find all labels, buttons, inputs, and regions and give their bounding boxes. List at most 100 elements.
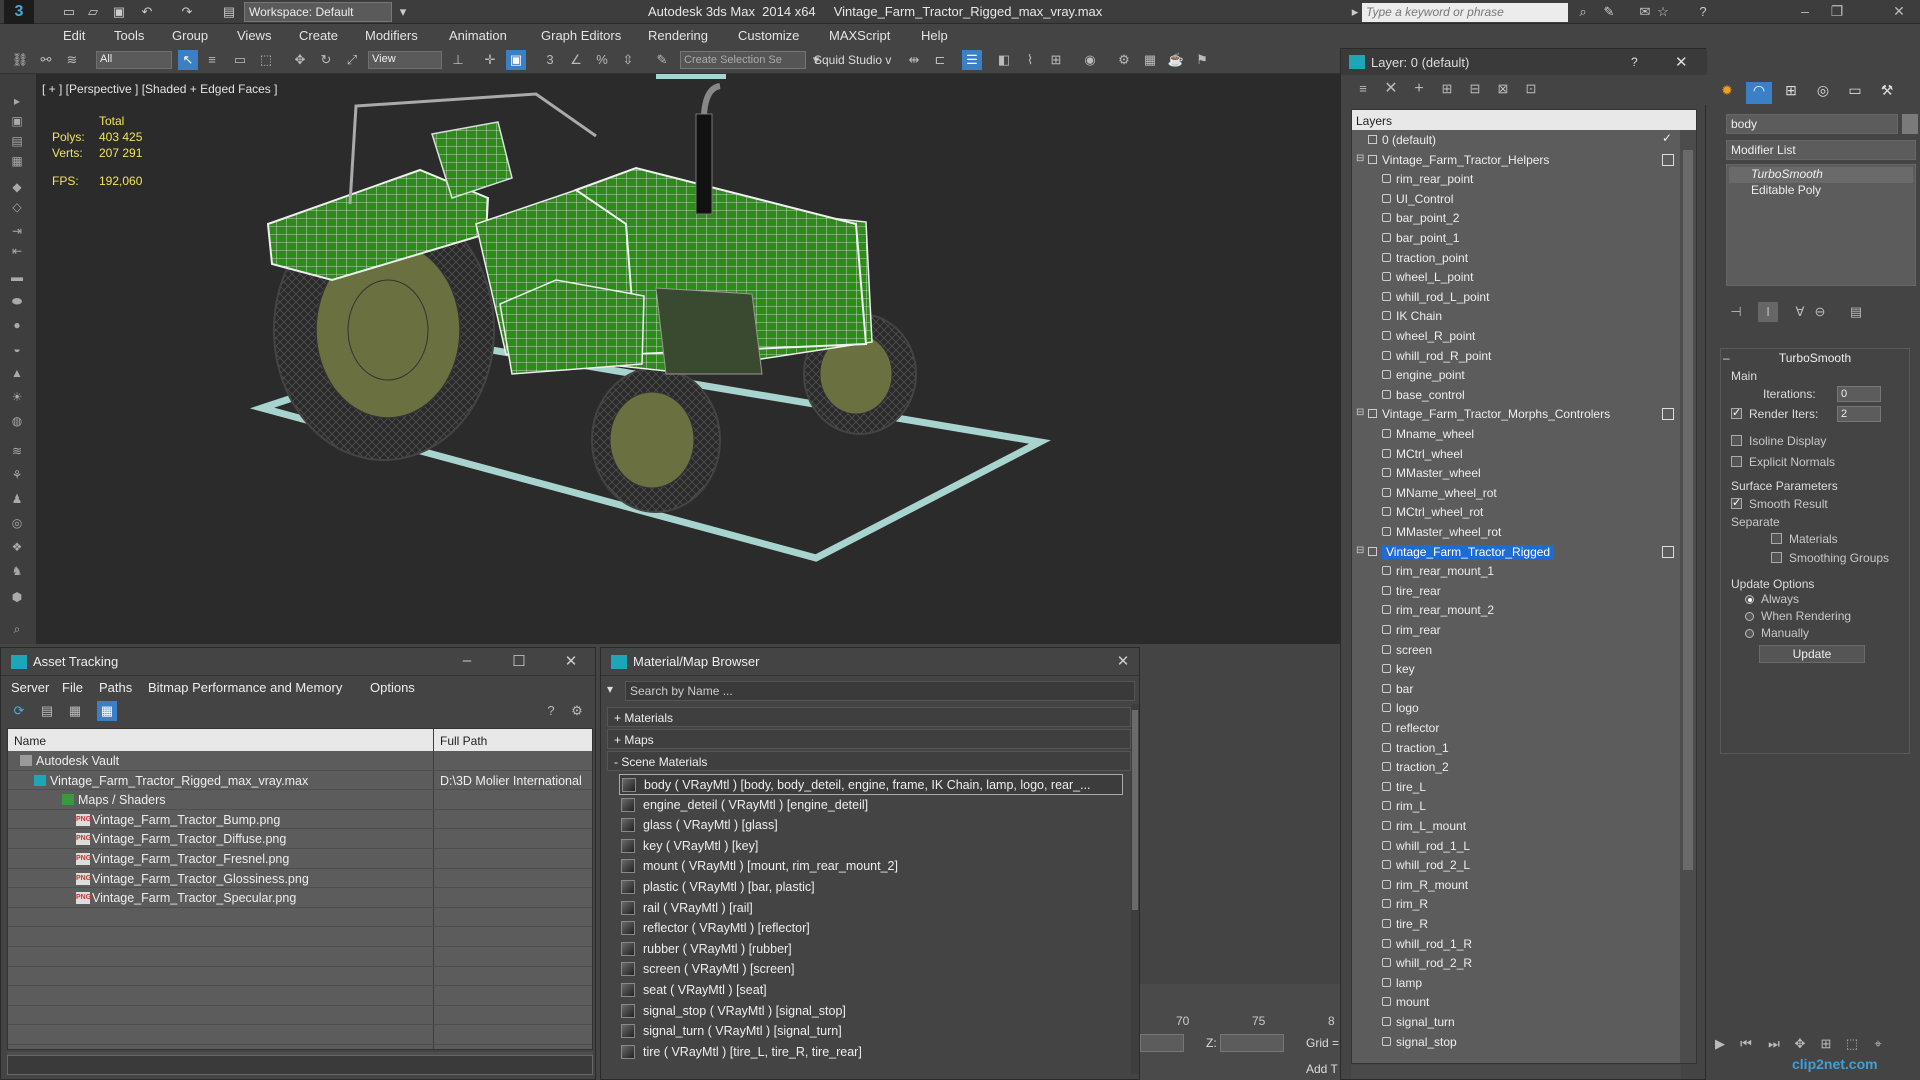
layer-list[interactable]: Layers 0 (default) ✓ ⊟ Vintage_Farm_Tractor…: [1351, 109, 1697, 1064]
strip-icon-10[interactable]: ⬬: [7, 294, 27, 308]
asset-menu-options[interactable]: Options: [370, 680, 415, 695]
layer-object-row[interactable]: screen: [1352, 640, 1682, 660]
refresh-icon[interactable]: ⟳: [9, 701, 29, 721]
object-color-swatch[interactable]: [1902, 114, 1918, 134]
material-row[interactable]: signal_turn ( VRayMtl ) [signal_turn]: [619, 1021, 1123, 1042]
layer-explorer-icon[interactable]: ☰: [962, 50, 982, 70]
material-row[interactable]: engine_deteil ( VRayMtl ) [engine_deteil…: [619, 795, 1123, 816]
select-object-icon[interactable]: ↖: [178, 50, 198, 70]
display-tab-icon[interactable]: ▭: [1842, 82, 1868, 104]
window-crossing-icon[interactable]: ⬚: [256, 50, 276, 70]
layer-current-toggle[interactable]: [1662, 153, 1674, 166]
open-file-icon[interactable]: ▱: [84, 3, 102, 21]
app-logo-icon[interactable]: 3: [4, 0, 34, 24]
material-row[interactable]: body ( VRayMtl ) [body, body_deteil, eng…: [619, 774, 1123, 795]
layer-object-row[interactable]: rim_rear_mount_2: [1352, 600, 1682, 620]
layer-object-row[interactable]: tire_L: [1352, 777, 1682, 797]
col-name[interactable]: Name: [14, 734, 46, 748]
strip-icon-19[interactable]: ◎: [7, 516, 27, 530]
menu-tools[interactable]: Tools: [114, 28, 144, 43]
layer-object-row[interactable]: wheel_R_point: [1352, 326, 1682, 346]
layer-object-row[interactable]: tire_rear: [1352, 581, 1682, 601]
layer-object-row[interactable]: bar_point_1: [1352, 228, 1682, 248]
layer-object-row[interactable]: bar_point_2: [1352, 208, 1682, 228]
named-selection-set-input[interactable]: Create Selection Se: [680, 51, 806, 69]
render-iters-checkbox[interactable]: [1731, 406, 1742, 419]
strip-icon-4[interactable]: ▦: [7, 154, 27, 168]
group-materials[interactable]: + Materials: [607, 707, 1131, 727]
strip-icon-5[interactable]: ◆: [7, 180, 27, 194]
asset-table[interactable]: Name Full Path Autodesk Vault Vintage_Far…: [7, 728, 593, 1050]
strip-icon-20[interactable]: ❖: [7, 540, 27, 554]
curve-editor-icon[interactable]: ⌇: [1020, 50, 1040, 70]
layer-object-row[interactable]: Mname_wheel: [1352, 424, 1682, 444]
tractor-wireframe-model[interactable]: [36, 74, 1340, 644]
menu-rendering[interactable]: Rendering: [648, 28, 708, 43]
layer-row[interactable]: ⊟ Vintage_Farm_Tractor_Helpers: [1352, 150, 1682, 170]
layer-object-row[interactable]: lamp: [1352, 973, 1682, 993]
layer-object-row[interactable]: whill_rod_2_L: [1352, 855, 1682, 875]
pin-stack-icon[interactable]: ⊣: [1726, 302, 1746, 322]
settings-icon[interactable]: ⚙: [567, 701, 587, 721]
browser-options-icon[interactable]: ▾: [607, 682, 613, 696]
spinner-snap-icon[interactable]: ⇳: [618, 50, 638, 70]
strip-icon-8[interactable]: ⇤: [7, 244, 27, 258]
keyboard-shortcut-icon[interactable]: ▣: [506, 50, 526, 70]
group-maps[interactable]: + Maps: [607, 729, 1131, 749]
schematic-view-icon[interactable]: ⊞: [1046, 50, 1066, 70]
layer-object-row[interactable]: whill_rod_L_point: [1352, 287, 1682, 307]
minimize-icon[interactable]: –: [453, 652, 481, 672]
strip-icon-6[interactable]: ◇: [7, 200, 27, 214]
add-time-tag-label[interactable]: Add T: [1306, 1062, 1338, 1076]
move-icon[interactable]: ✥: [290, 50, 310, 70]
layer-object-row[interactable]: rim_R_mount: [1352, 875, 1682, 895]
material-search-input[interactable]: Search by Name ...: [625, 681, 1135, 701]
layer-object-row[interactable]: key: [1352, 659, 1682, 679]
layer-hscrollbar[interactable]: [1351, 1065, 1681, 1079]
turbosmooth-title[interactable]: TurboSmooth: [1721, 351, 1909, 365]
layer-object-row[interactable]: whill_rod_2_R: [1352, 953, 1682, 973]
layer-current-toggle[interactable]: [1662, 545, 1674, 558]
material-row[interactable]: rubber ( VRayMtl ) [rubber]: [619, 939, 1123, 960]
close-icon[interactable]: ✕: [1884, 3, 1914, 21]
material-row[interactable]: mount ( VRayMtl ) [mount, rim_rear_mount…: [619, 856, 1123, 877]
layer-object-row[interactable]: rim_rear: [1352, 620, 1682, 640]
strip-icon-12[interactable]: ◒: [7, 342, 27, 356]
snaps-toggle-icon[interactable]: 3: [540, 50, 560, 70]
strip-icon-1[interactable]: ▸: [7, 94, 27, 108]
layer-object-row[interactable]: traction_2: [1352, 757, 1682, 777]
layer-object-row[interactable]: UI_Control: [1352, 189, 1682, 209]
material-scrollbar[interactable]: [1131, 704, 1139, 1074]
layer-object-row[interactable]: reflector: [1352, 718, 1682, 738]
smoothing-groups-checkbox[interactable]: [1771, 552, 1782, 563]
always-radio[interactable]: [1745, 595, 1754, 604]
show-end-result-icon[interactable]: I: [1758, 302, 1778, 322]
asset-menu-paths[interactable]: Paths: [99, 680, 132, 695]
layer-object-row[interactable]: wheel_L_point: [1352, 267, 1682, 287]
new-file-icon[interactable]: ▭: [60, 3, 78, 21]
layer-object-row[interactable]: logo: [1352, 698, 1682, 718]
close-icon[interactable]: ✕: [1675, 53, 1688, 71]
material-row[interactable]: key ( VRayMtl ) [key]: [619, 836, 1123, 857]
menu-help[interactable]: Help: [921, 28, 948, 43]
menu-graph-editors[interactable]: Graph Editors: [541, 28, 621, 43]
material-row[interactable]: tire ( VRayMtl ) [tire_L, tire_R, tire_r…: [619, 1042, 1123, 1063]
layer-object-row[interactable]: traction_1: [1352, 738, 1682, 758]
maximize-icon[interactable]: ☐: [505, 652, 533, 672]
material-editor-icon[interactable]: ◉: [1080, 50, 1100, 70]
menu-customize[interactable]: Customize: [738, 28, 799, 43]
layer-object-row[interactable]: bar: [1352, 679, 1682, 699]
motion-tab-icon[interactable]: ◎: [1810, 82, 1836, 104]
layer-object-row[interactable]: MCtrl_wheel_rot: [1352, 502, 1682, 522]
material-row[interactable]: plastic ( VRayMtl ) [bar, plastic]: [619, 877, 1123, 898]
explicit-normals-checkbox[interactable]: [1731, 456, 1742, 467]
isoline-checkbox[interactable]: [1731, 435, 1742, 446]
communication-icon[interactable]: ✉: [1636, 3, 1654, 21]
subscription-icon[interactable]: ✎: [1600, 3, 1618, 21]
object-name-input[interactable]: body: [1726, 114, 1898, 134]
keyword-search-input[interactable]: Type a keyword or phrase: [1362, 3, 1568, 22]
asset-row[interactable]: PNG Vintage_Farm_Tractor_Diffuse.png: [8, 829, 592, 849]
bind-spacewarp-icon[interactable]: ≋: [62, 50, 82, 70]
render-production-icon[interactable]: ⚑: [1192, 50, 1212, 70]
col-full-path[interactable]: Full Path: [440, 734, 487, 748]
